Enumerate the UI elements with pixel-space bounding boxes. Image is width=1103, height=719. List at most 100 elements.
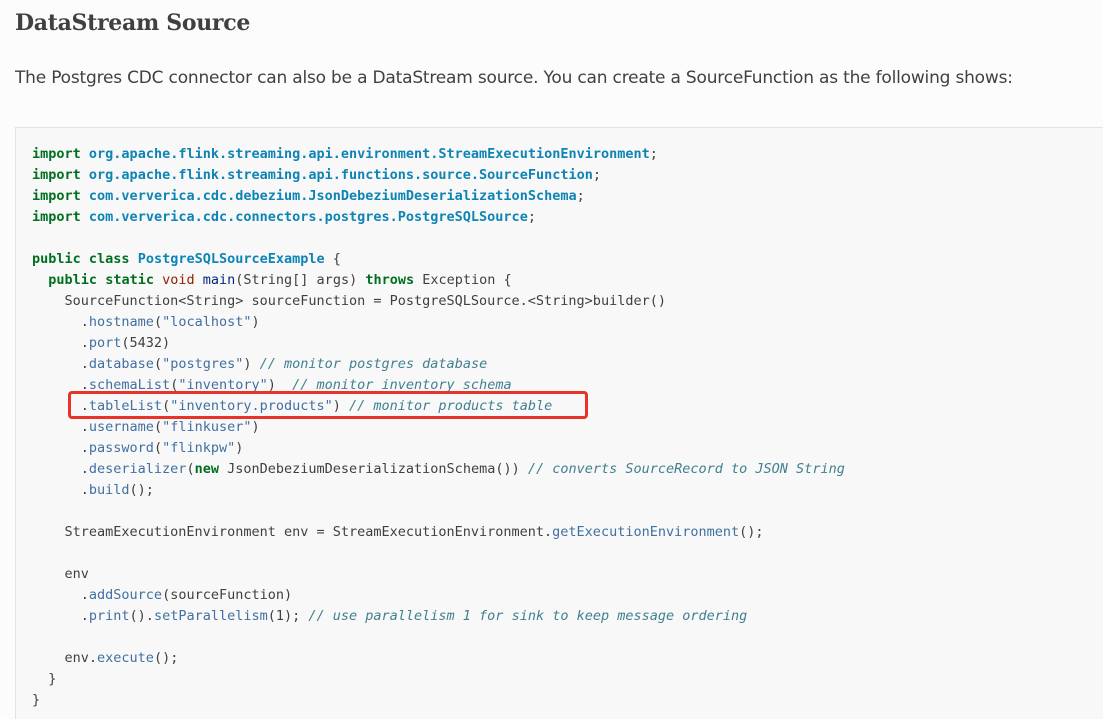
code-token: print [88, 608, 130, 624]
code-token: . [32, 461, 89, 477]
code-token: ( [162, 398, 171, 414]
code-token: ; [576, 188, 585, 204]
code-token: } [32, 671, 57, 687]
code-token: (String[] args) [235, 272, 366, 288]
code-token: ) [243, 356, 260, 372]
code-token: schemaList [88, 377, 171, 393]
code-token: (); [129, 482, 154, 498]
code-token: ( [153, 356, 163, 372]
code-token: ) [251, 314, 260, 330]
code-token: ; [592, 167, 601, 183]
code-line: .addSource(sourceFunction) [32, 587, 292, 603]
code-line: } [32, 692, 40, 708]
code-token: public [32, 251, 81, 267]
code-line: StreamExecutionEnvironment env = StreamE… [32, 524, 764, 540]
code-token: PostgreSQLSourceExample [137, 251, 325, 267]
code-line: .hostname("localhost") [32, 314, 260, 330]
code-token: import [32, 188, 81, 204]
code-token: SourceFunction<String> sourceFunction = … [32, 293, 666, 309]
code-token: import [32, 146, 81, 162]
code-token: { [324, 251, 341, 267]
page: DataStream Source The Postgres CDC conne… [0, 0, 1103, 719]
code-token: ) [251, 419, 260, 435]
code-token: } [32, 692, 41, 708]
intro-paragraph: The Postgres CDC connector can also be a… [15, 68, 1013, 88]
code-line: public class PostgreSQLSourceExample { [32, 251, 341, 267]
code-token: throws [365, 272, 415, 288]
code-token: ( [153, 419, 163, 435]
code-token: setParallelism [153, 608, 268, 624]
code-token: ) [267, 377, 293, 393]
code-line: .password("flinkpw") [32, 440, 244, 456]
code-listing: import org.apache.flink.streaming.api.en… [32, 144, 845, 711]
code-token: execute [97, 650, 154, 666]
code-line: public static void main(String[] args) t… [32, 272, 512, 288]
section-heading: DataStream Source [15, 10, 251, 36]
code-token: addSource [88, 587, 163, 603]
code-token: "flinkpw" [162, 440, 236, 456]
code-line: import com.ververica.cdc.debezium.JsonDe… [32, 188, 585, 204]
code-token: static [105, 272, 154, 288]
code-token: . [32, 398, 89, 414]
code-token: void [162, 272, 195, 288]
code-token: (). [129, 608, 154, 624]
code-line: SourceFunction<String> sourceFunction = … [32, 293, 666, 309]
code-token: ; [527, 209, 536, 225]
code-token: ) [332, 398, 350, 414]
code-line: env.execute(); [32, 650, 179, 666]
code-token: deserializer [88, 461, 187, 477]
code-token: ( [186, 461, 195, 477]
code-token: // monitor postgres database [259, 356, 488, 372]
code-token: // monitor inventory schema [292, 377, 512, 393]
code-token: Exception { [414, 272, 512, 288]
code-token: StreamExecutionEnvironment env = StreamE… [32, 524, 553, 540]
code-token: database [88, 356, 154, 372]
code-token: "postgres" [162, 356, 244, 372]
code-line: .port(5432) [32, 335, 170, 351]
code-token: . [32, 314, 89, 330]
code-token: username [88, 419, 154, 435]
code-block: import org.apache.flink.streaming.api.en… [15, 127, 1103, 719]
code-line: .deserializer(new JsonDebeziumDeserializ… [32, 461, 845, 477]
code-token: . [32, 377, 89, 393]
code-token: build [88, 482, 130, 498]
code-token: env. [32, 650, 98, 666]
code-token: JsonDebeziumDeserializationSchema()) [218, 461, 528, 477]
code-line: } [32, 671, 56, 687]
code-token: // converts SourceRecord to JSON String [527, 461, 845, 477]
code-token: (); [739, 524, 764, 540]
code-line: .tableList("inventory.products") // moni… [32, 398, 552, 414]
code-token: . [32, 482, 89, 498]
code-token: password [88, 440, 154, 456]
code-token: import [32, 167, 81, 183]
code-token: ( [153, 440, 163, 456]
code-token: . [32, 587, 89, 603]
code-token: (sourceFunction) [162, 587, 293, 603]
code-token: "flinkuser" [162, 419, 252, 435]
code-token: "localhost" [162, 314, 252, 330]
code-token: hostname [88, 314, 154, 330]
code-token: main [202, 272, 236, 288]
code-line: env [32, 566, 89, 582]
code-line: import com.ververica.cdc.connectors.post… [32, 209, 536, 225]
code-token: com.ververica.cdc.debezium.JsonDebeziumD… [88, 188, 577, 204]
code-token: class [88, 251, 130, 267]
code-token: . [32, 608, 89, 624]
code-token: // monitor products table [349, 398, 553, 414]
code-token: (5432) [121, 335, 171, 351]
code-token: . [32, 335, 89, 351]
code-token: ( [153, 314, 163, 330]
code-token: import [32, 209, 81, 225]
code-token: getExecutionEnvironment [552, 524, 740, 540]
code-token: // use parallelism 1 for sink to keep me… [308, 608, 748, 624]
